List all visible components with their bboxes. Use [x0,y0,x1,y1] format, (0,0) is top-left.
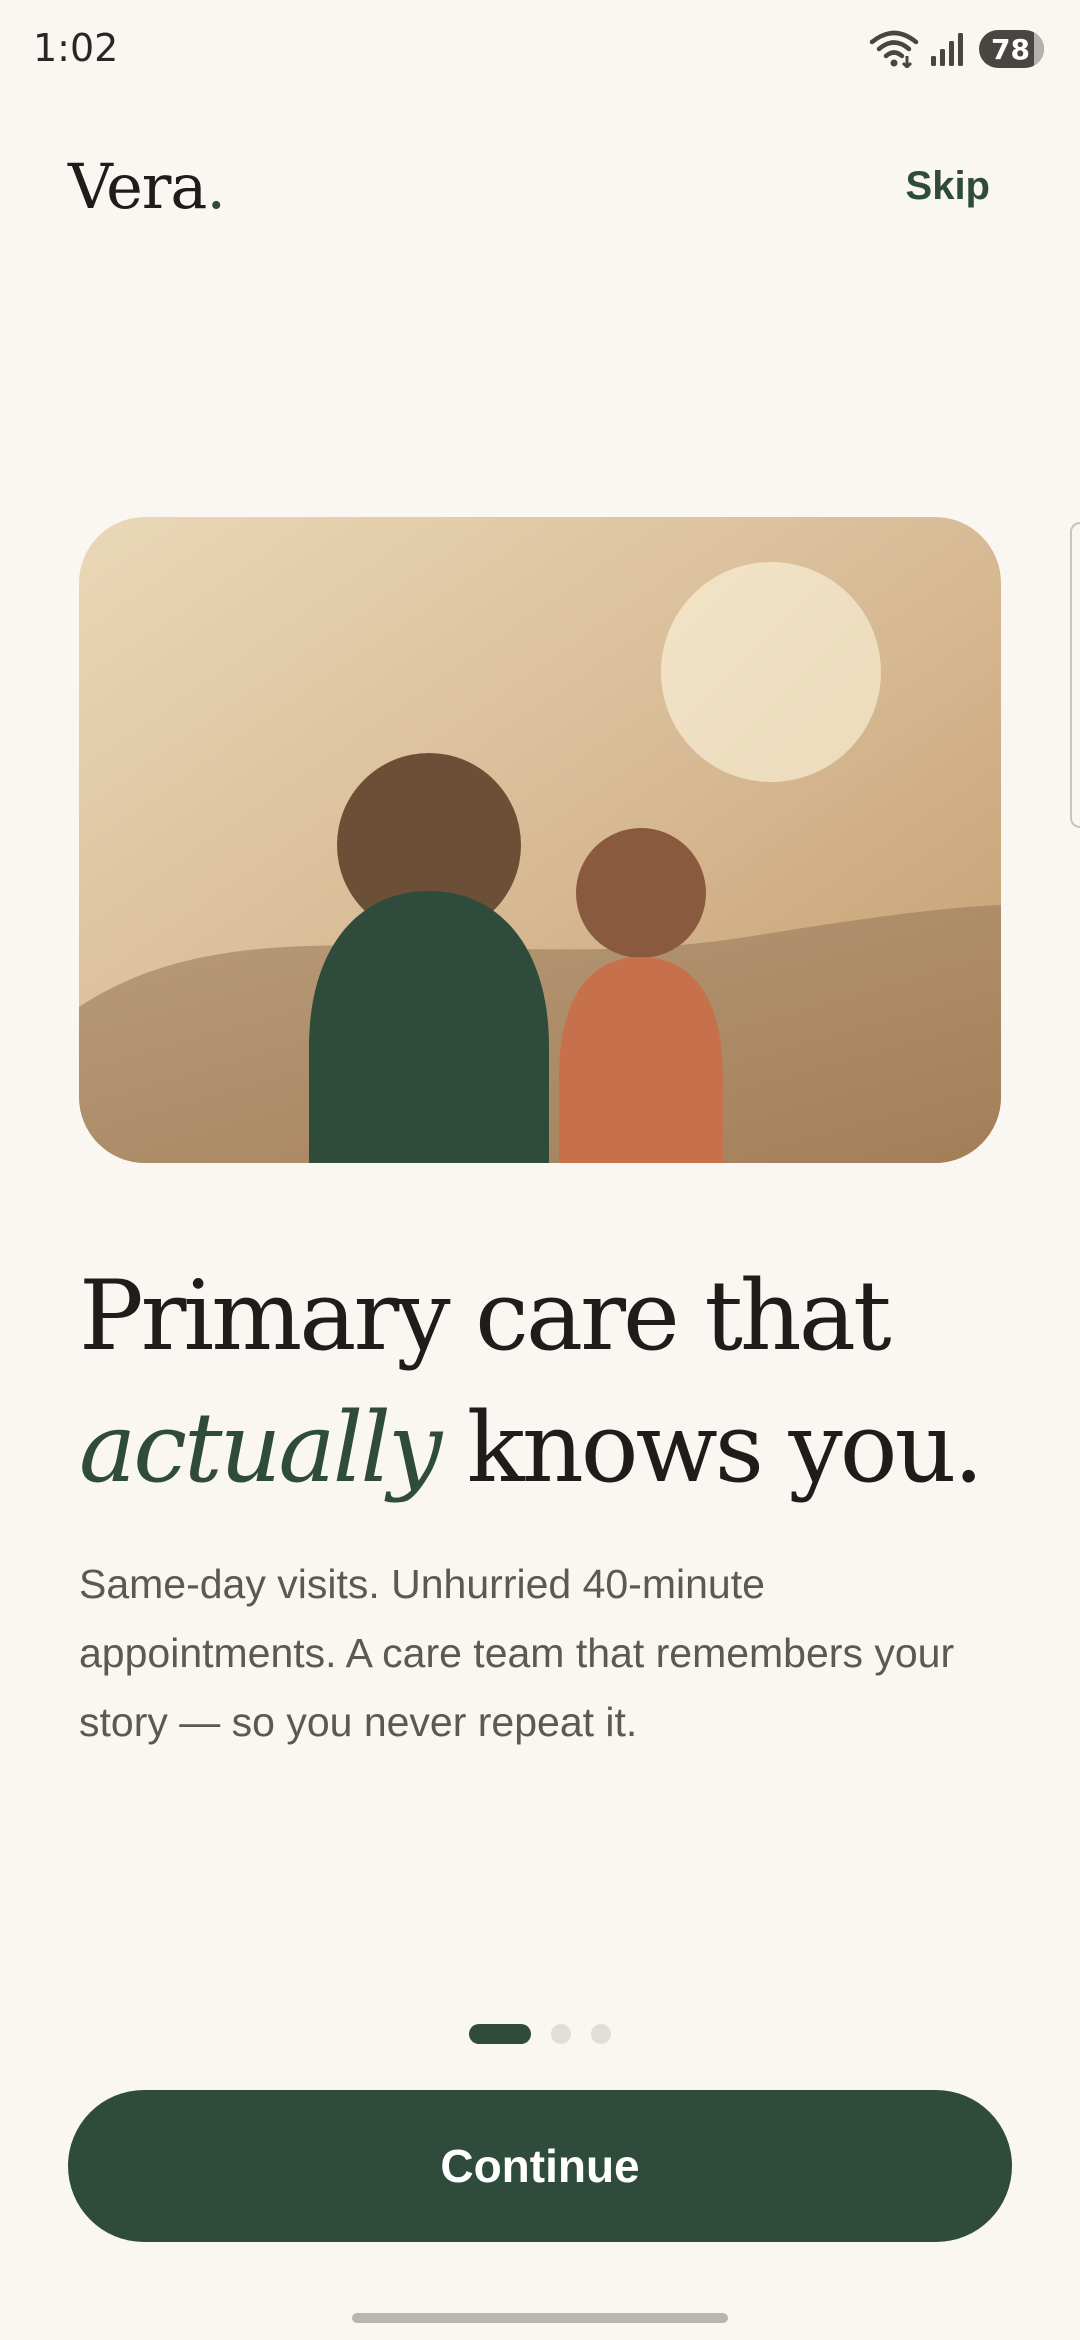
adult-body [309,891,549,1163]
subtitle: Same-day visits. Unhurried 40-minute app… [79,1561,955,1745]
logo-text: Vera [68,150,207,223]
page-dot-1 [469,2024,531,2044]
headline: Primary care that actually knows you. [79,1250,1039,1514]
edge-handle[interactable] [1070,522,1080,828]
page-dot-3 [591,2024,611,2044]
wifi-icon [869,30,919,68]
status-icons: 78 [869,30,1044,68]
child-body [559,957,723,1163]
sun [661,562,881,782]
app-header: Vera. Skip [68,150,990,230]
child-head [576,828,706,958]
app-logo: Vera. [68,150,226,223]
signal-icon [931,33,964,66]
headline-emphasis: actually [79,1392,442,1504]
headline-line-1: Primary care that [79,1260,892,1372]
logo-dot: . [206,150,226,223]
home-indicator[interactable] [352,2313,728,2323]
battery-icon: 78 [979,30,1044,68]
status-bar: 1:02 78 [0,0,1080,100]
headline-line-2: actually knows you. [79,1382,1039,1514]
battery-level: 78 [991,32,1030,66]
headline-line-2-rest: knows you. [439,1392,984,1504]
skip-button[interactable]: Skip [906,164,990,209]
hero-illustration [79,517,1001,1163]
page-dot-2 [551,2024,571,2044]
status-time: 1:02 [33,26,119,70]
continue-button[interactable]: Continue [68,2090,1012,2242]
page-indicator [0,2024,1080,2044]
